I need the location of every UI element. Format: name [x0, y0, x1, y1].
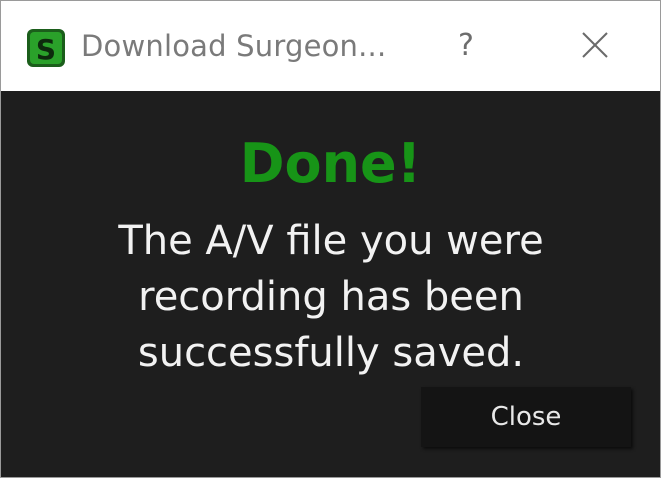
status-message: The A/V file you were recording has been… — [118, 218, 544, 376]
close-button[interactable]: Close — [421, 387, 631, 447]
app-logo-icon: S — [26, 28, 66, 68]
dialog-window: S Download Surgeon... ? Done! The A/V fi… — [0, 0, 661, 478]
dialog-body: Done! The A/V file you were recording ha… — [1, 91, 660, 477]
window-close-button[interactable] — [567, 23, 623, 69]
window-title: Download Surgeon... — [81, 29, 387, 63]
done-heading: Done! — [239, 132, 422, 195]
close-icon — [567, 32, 623, 73]
title-bar[interactable]: S Download Surgeon... ? — [1, 1, 660, 91]
svg-text:S: S — [36, 33, 56, 66]
help-button[interactable]: ? — [441, 23, 491, 69]
